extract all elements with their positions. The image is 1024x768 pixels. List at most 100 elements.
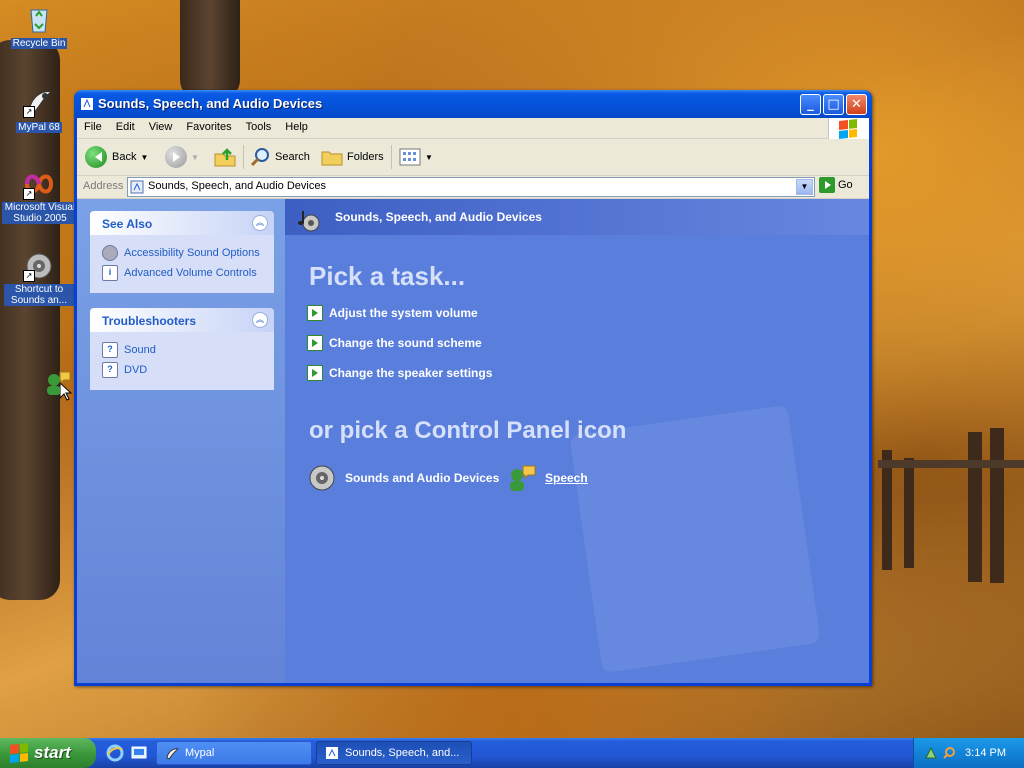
task-label: Change the speaker settings <box>329 366 493 380</box>
forward-button[interactable]: ▼ <box>165 145 199 169</box>
pick-task-heading: Pick a task... <box>309 261 466 291</box>
category-header: Sounds, Speech, and Audio Devices <box>285 199 869 235</box>
troubleshooters-header[interactable]: Troubleshooters ︽ <box>90 308 274 332</box>
desktop-icon-recycle-bin[interactable]: Recycle Bin <box>2 2 76 49</box>
visual-studio-icon: ↗ <box>23 168 55 200</box>
link-sound[interactable]: ? Sound <box>102 340 262 360</box>
speaker-icon <box>309 465 335 491</box>
watermark-checkmark <box>569 404 821 674</box>
cp-icon-speech[interactable]: Speech <box>505 463 588 493</box>
window-body: File Edit View Favorites Tools Help Back ▼ ▼ … <box>77 118 869 683</box>
clock: 3:14 PM <box>965 747 1006 759</box>
link-label: Accessibility Sound Options <box>124 247 260 259</box>
menu-tools[interactable]: Tools <box>239 118 279 136</box>
troubleshooters-title: Troubleshooters <box>102 314 197 328</box>
task-change-speaker-settings[interactable]: Change the speaker settings <box>307 365 492 381</box>
toolbar-separator <box>391 145 392 169</box>
speaker-note-icon <box>297 207 320 232</box>
shortcut-arrow-icon: ↗ <box>23 188 35 200</box>
address-dropdown-icon[interactable]: ▼ <box>796 179 813 195</box>
link-label: Advanced Volume Controls <box>124 267 257 279</box>
sounds-window-icon <box>80 97 94 111</box>
desktop-icon-mypal[interactable]: ↗ MyPal 68 <box>2 86 76 133</box>
show-desktop-icon[interactable] <box>130 744 148 762</box>
help-icon: ? <box>102 342 118 358</box>
title-bar[interactable]: Sounds, Speech, and Audio Devices _ □ ✕ <box>74 90 872 118</box>
back-dropdown-icon[interactable]: ▼ <box>140 153 148 162</box>
taskbar-item-label: Mypal <box>185 747 215 759</box>
task-arrow-icon <box>307 305 323 321</box>
cp-icon-label: Speech <box>545 471 588 485</box>
go-arrow-icon <box>819 177 835 193</box>
network-tray-icon[interactable] <box>924 746 938 760</box>
folders-icon <box>321 151 343 166</box>
task-adjust-volume[interactable]: Adjust the system volume <box>307 305 478 321</box>
or-pick-heading: or pick a Control Panel icon <box>309 417 627 444</box>
tree-trunk-top <box>180 0 240 100</box>
menu-help[interactable]: Help <box>278 118 315 136</box>
folders-button[interactable]: Folders <box>321 145 384 169</box>
search-button[interactable]: Search <box>249 145 310 169</box>
minimize-button[interactable]: _ <box>800 94 821 115</box>
desktop-icon-sounds-shortcut[interactable]: ↗ Shortcut to Sounds an... <box>2 250 76 306</box>
folders-label: Folders <box>347 151 384 163</box>
collapse-chevron-icon[interactable]: ︽ <box>252 215 268 231</box>
address-bar: Address Sounds, Speech, and Audio Device… <box>77 176 869 199</box>
toolbar-separator <box>243 145 244 169</box>
speaker-icon: ↗ <box>23 250 55 282</box>
mypal-small-icon <box>166 748 179 760</box>
menu-edit[interactable]: Edit <box>109 118 142 136</box>
close-button[interactable]: ✕ <box>846 94 867 115</box>
taskbar-item-label: Sounds, Speech, and... <box>345 747 460 759</box>
search-label: Search <box>275 151 310 163</box>
address-input[interactable]: Sounds, Speech, and Audio Devices ▼ <box>127 177 815 197</box>
mypal-icon: ↗ <box>23 86 55 118</box>
sounds-small-icon <box>326 747 338 759</box>
task-change-sound-scheme[interactable]: Change the sound scheme <box>307 335 482 351</box>
views-button[interactable]: ▼ <box>399 145 433 169</box>
volume-control-icon: i <box>102 265 118 281</box>
views-dropdown-icon[interactable]: ▼ <box>425 153 433 162</box>
link-dvd[interactable]: ? DVD <box>102 360 262 380</box>
desktop-icon-visual-studio[interactable]: ↗ Microsoft Visual Studio 2005 <box>2 168 78 224</box>
taskbar-item-mypal[interactable]: Mypal <box>156 741 312 765</box>
system-tray: 3:14 PM <box>913 738 1024 768</box>
cp-icon-label: Sounds and Audio Devices <box>345 471 500 485</box>
forward-dropdown-icon[interactable]: ▼ <box>191 153 199 162</box>
link-label: Sound <box>124 344 156 356</box>
search-tray-icon[interactable] <box>942 746 956 760</box>
menu-file[interactable]: File <box>77 118 109 136</box>
back-label: Back <box>112 151 137 163</box>
desktop-icon-label: Shortcut to Sounds an... <box>4 284 74 306</box>
start-label: start <box>34 743 71 762</box>
task-label: Change the sound scheme <box>329 336 482 350</box>
menu-favorites[interactable]: Favorites <box>179 118 238 136</box>
link-advanced-volume-controls[interactable]: i Advanced Volume Controls <box>102 263 262 283</box>
taskbar-item-sounds[interactable]: Sounds, Speech, and... <box>316 741 472 765</box>
address-label: Address <box>83 180 124 192</box>
speech-icon <box>510 465 536 491</box>
see-also-header[interactable]: See Also ︽ <box>90 211 274 235</box>
collapse-chevron-icon[interactable]: ︽ <box>252 312 268 328</box>
troubleshooters-panel: Troubleshooters ︽ ? Sound ? DVD <box>90 308 274 390</box>
up-folder-button[interactable] <box>213 145 237 169</box>
link-label: DVD <box>124 364 148 376</box>
maximize-button[interactable]: □ <box>823 94 844 115</box>
internet-explorer-icon[interactable] <box>106 744 124 762</box>
up-folder-icon <box>214 148 236 167</box>
search-icon <box>250 148 269 167</box>
go-button[interactable]: Go <box>819 177 853 193</box>
shortcut-arrow-icon: ↗ <box>23 270 35 282</box>
link-accessibility-sound-options[interactable]: Accessibility Sound Options <box>102 243 262 263</box>
desktop-icon-label: Recycle Bin <box>10 38 68 49</box>
cp-icon-sounds-audio-devices[interactable]: Sounds and Audio Devices <box>307 463 499 493</box>
address-value: Sounds, Speech, and Audio Devices <box>148 180 326 192</box>
start-button[interactable]: start <box>0 738 96 768</box>
back-arrow-icon <box>85 146 107 168</box>
menu-view[interactable]: View <box>142 118 180 136</box>
fence <box>878 428 1024 600</box>
see-also-panel: See Also ︽ Accessibility Sound Options i… <box>90 211 274 293</box>
task-arrow-icon <box>307 365 323 381</box>
back-button[interactable]: Back ▼ <box>85 145 148 169</box>
shortcut-arrow-icon: ↗ <box>23 106 35 118</box>
